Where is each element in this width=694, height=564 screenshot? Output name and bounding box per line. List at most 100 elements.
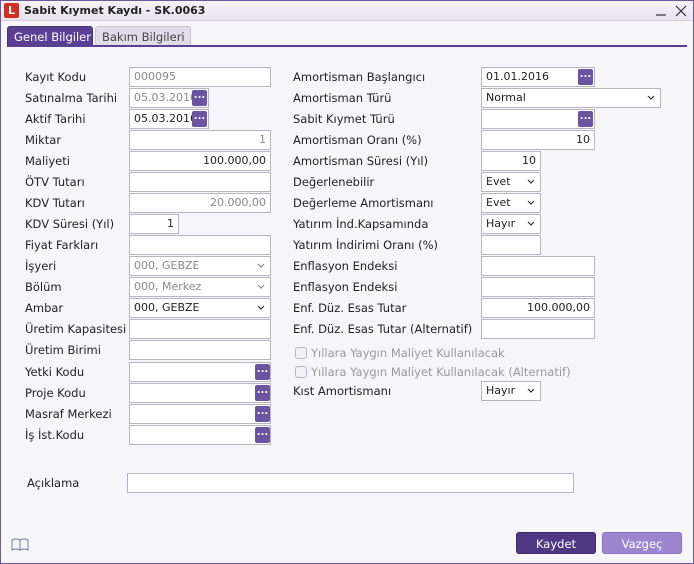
enf-duz-esas-tutar-label: Enf. Düz. Esas Tutar (293, 301, 407, 315)
enf-duz-esas-tutar-alt-label: Enf. Düz. Esas Tutar (Alternatif) (293, 322, 473, 336)
chevron-down-icon (257, 263, 265, 268)
amortisman-suresi-field[interactable]: 10 (481, 151, 541, 171)
book-icon[interactable] (11, 538, 29, 552)
window-title: Sabit Kıymet Kaydı - SK.0063 (24, 4, 206, 17)
tab-underline (7, 45, 687, 47)
degerleme-amortismani-value: Evet (486, 196, 511, 209)
yatirim-ind-kapsaminda-value: Hayır (486, 217, 516, 230)
bolum-select[interactable]: 000, Merkez (129, 277, 271, 297)
close-icon[interactable] (673, 3, 689, 19)
fiyat-farklari-field[interactable] (129, 235, 271, 255)
miktar-field[interactable]: 1 (129, 130, 271, 150)
uretim-birimi-field[interactable] (129, 340, 271, 360)
yatirim-indirimi-orani-field[interactable] (481, 235, 541, 255)
yaygin-maliyet-alt-checkbox[interactable] (295, 366, 307, 378)
amortisman-turu-value: Normal (486, 91, 526, 104)
degerleme-amortismani-label: Değerleme Amortismanı (293, 196, 434, 210)
isyeri-value: 000, GEBZE (134, 259, 200, 272)
kdv-tutari-field[interactable]: 20.000,00 (129, 193, 271, 213)
fiyat-farklari-label: Fiyat Farkları (25, 238, 99, 252)
yaygin-maliyet-checkbox-row[interactable]: Yıllara Yaygın Maliyet Kullanılacak (295, 345, 505, 361)
masraf-merkezi-field[interactable] (129, 404, 271, 424)
enf-duz-esas-tutar-alt-field[interactable] (481, 319, 595, 339)
isyeri-select[interactable]: 000, GEBZE (129, 256, 271, 276)
is-ist-kodu-lookup-button[interactable]: ... (255, 427, 270, 443)
kist-amortismani-label: Kıst Amortismanı (293, 384, 392, 398)
chevron-down-icon (527, 388, 535, 393)
kayit-kodu-field[interactable]: 000095 (129, 67, 271, 87)
isyeri-label: İşyeri (25, 259, 57, 273)
aciklama-label: Açıklama (27, 476, 80, 490)
maliyeti-field[interactable]: 100.000,00 (129, 151, 271, 171)
amortisman-orani-field[interactable]: 10 (481, 130, 595, 150)
amortisman-turu-label: Amortisman Türü (293, 91, 392, 105)
uretim-kapasitesi-field[interactable] (129, 319, 271, 339)
save-button[interactable]: Kaydet (516, 532, 596, 554)
chevron-down-icon (647, 95, 655, 100)
degerlenebilir-label: Değerlenebilir (293, 175, 375, 189)
ambar-select[interactable]: 000, GEBZE (129, 298, 271, 318)
kayit-kodu-label: Kayıt Kodu (25, 70, 87, 84)
maliyeti-label: Maliyeti (25, 154, 70, 168)
enflasyon-endeksi-label: Enflasyon Endeksi (293, 259, 398, 273)
otv-tutari-field[interactable] (129, 172, 271, 192)
title-bar: L Sabit Kıymet Kaydı - SK.0063 (1, 1, 693, 21)
ambar-value: 000, GEBZE (134, 301, 200, 314)
degerlenebilir-select[interactable]: Evet (481, 172, 541, 192)
yatirim-ind-kapsaminda-select[interactable]: Hayır (481, 214, 541, 234)
kdv-suresi-label: KDV Süresi (Yıl) (25, 217, 115, 231)
tab-genel-bilgiler[interactable]: Genel Bilgiler (7, 26, 93, 46)
yaygin-maliyet-alt-label: Yıllara Yaygın Maliyet Kullanılacak (Alt… (311, 365, 571, 379)
chevron-down-icon (527, 200, 535, 205)
amortisman-orani-label: Amortisman Oranı (%) (293, 133, 422, 147)
masraf-merkezi-label: Masraf Merkezi (25, 407, 112, 421)
amortisman-baslangici-label: Amortisman Başlangıcı (293, 70, 426, 84)
miktar-label: Miktar (25, 133, 62, 147)
yetki-kodu-label: Yetki Kodu (25, 365, 85, 379)
app-logo-icon: L (4, 3, 19, 18)
sabit-kiymet-turu-lookup-button[interactable]: ... (578, 111, 593, 127)
bolum-label: Bölüm (25, 280, 62, 294)
aktif-tarihi-label: Aktif Tarihi (25, 112, 86, 126)
enflasyon-endeksi-field[interactable] (481, 256, 595, 276)
aktif-tarihi-picker-button[interactable]: ... (192, 111, 207, 127)
yaygin-maliyet-checkbox[interactable] (295, 347, 307, 359)
satinalma-tarihi-label: Satınalma Tarihi (25, 91, 118, 105)
yatirim-ind-kapsaminda-label: Yatırım İnd.Kapsamında (293, 217, 429, 231)
degerlenebilir-value: Evet (486, 175, 511, 188)
amortisman-suresi-label: Amortisman Süresi (Yıl) (293, 154, 429, 168)
masraf-merkezi-lookup-button[interactable]: ... (255, 406, 270, 422)
is-ist-kodu-label: İş İst.Kodu (25, 428, 85, 442)
cancel-button[interactable]: Vazgeç (602, 532, 682, 554)
minimize-icon[interactable] (653, 3, 669, 19)
is-ist-kodu-field[interactable] (129, 425, 271, 445)
ambar-label: Ambar (25, 301, 64, 315)
proje-kodu-field[interactable] (129, 383, 271, 403)
kdv-tutari-label: KDV Tutarı (25, 196, 85, 210)
satinalma-tarihi-picker-button[interactable]: ... (192, 90, 207, 106)
yetki-kodu-lookup-button[interactable]: ... (255, 364, 270, 380)
aciklama-field[interactable] (127, 473, 574, 493)
enf-duz-esas-tutar-field[interactable]: 100.000,00 (481, 298, 595, 318)
yetki-kodu-field[interactable] (129, 362, 271, 382)
kdv-suresi-field[interactable]: 1 (129, 214, 179, 234)
chevron-down-icon (527, 179, 535, 184)
chevron-down-icon (257, 305, 265, 310)
chevron-down-icon (257, 284, 265, 289)
proje-kodu-lookup-button[interactable]: ... (255, 385, 270, 401)
kist-amortismani-value: Hayır (486, 384, 516, 397)
amortisman-turu-select[interactable]: Normal (481, 88, 661, 108)
sabit-kiymet-window: L Sabit Kıymet Kaydı - SK.0063 Genel Bil… (0, 0, 694, 564)
otv-tutari-label: ÖTV Tutarı (25, 175, 85, 189)
yaygin-maliyet-alt-checkbox-row[interactable]: Yıllara Yaygın Maliyet Kullanılacak (Alt… (295, 364, 571, 380)
degerleme-amortismani-select[interactable]: Evet (481, 193, 541, 213)
yatirim-indirimi-orani-label: Yatırım İndirimi Oranı (%) (293, 238, 438, 252)
kist-amortismani-select[interactable]: Hayır (481, 381, 541, 401)
uretim-birimi-label: Üretim Birimi (25, 343, 101, 357)
uretim-kapasitesi-label: Üretim Kapasitesi (25, 322, 127, 336)
chevron-down-icon (527, 221, 535, 226)
enflasyon-endeksi-2-field[interactable] (481, 277, 595, 297)
tab-bakim-bilgileri[interactable]: Bakım Bilgileri (95, 26, 191, 46)
amortisman-baslangici-picker-button[interactable]: ... (578, 69, 593, 85)
bolum-value: 000, Merkez (134, 280, 202, 293)
